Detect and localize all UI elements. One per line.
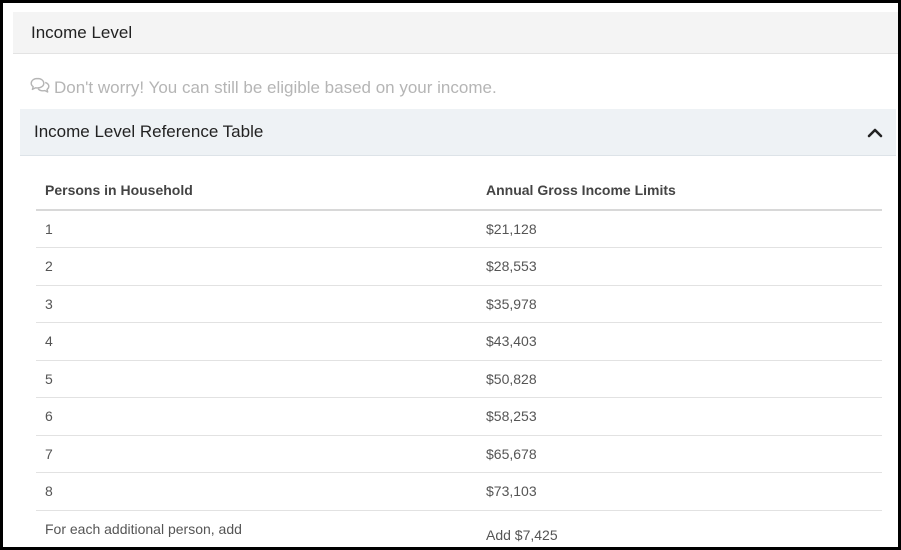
income-limit-cell: $73,103 bbox=[477, 472, 882, 511]
persons-cell: 6 bbox=[36, 397, 477, 436]
table-header-row: Persons in Household Annual Gross Income… bbox=[36, 171, 882, 211]
income-limit-cell: $28,553 bbox=[477, 247, 882, 286]
table-row: 7 $65,678 bbox=[36, 435, 882, 473]
table-row: 6 $58,253 bbox=[36, 397, 882, 436]
persons-cell: 7 bbox=[36, 435, 477, 473]
column-header-income-limits: Annual Gross Income Limits bbox=[477, 171, 882, 211]
persons-cell: 4 bbox=[36, 322, 477, 361]
income-reference-table: Persons in Household Annual Gross Income… bbox=[36, 171, 882, 547]
table-row: 4 $43,403 bbox=[36, 322, 882, 361]
income-limit-cell: $21,128 bbox=[477, 210, 882, 248]
persons-cell: 2 bbox=[36, 247, 477, 286]
table-row: 3 $35,978 bbox=[36, 285, 882, 323]
comments-icon bbox=[30, 77, 54, 99]
table-row: 8 $73,103 bbox=[36, 472, 882, 511]
table-row: 2 $28,553 bbox=[36, 247, 882, 286]
income-limit-cell: Add $7,425 bbox=[486, 526, 558, 543]
persons-cell: 3 bbox=[36, 285, 477, 323]
card-title: Income Level bbox=[31, 22, 133, 42]
reference-table-accordion-toggle[interactable]: Income Level Reference Table bbox=[20, 109, 896, 156]
table-row-additional-person: For each additional person, add Add $7,4… bbox=[36, 510, 882, 547]
income-limit-cell: $50,828 bbox=[477, 360, 882, 398]
income-limit-cell: $43,403 bbox=[477, 322, 882, 361]
income-limit-cell: $58,253 bbox=[477, 397, 882, 436]
notice-text: Don't worry! You can still be eligible b… bbox=[54, 78, 497, 97]
eligibility-notice: Don't worry! You can still be eligible b… bbox=[30, 77, 497, 99]
persons-cell: For each additional person, add bbox=[45, 520, 242, 537]
income-limit-cell: $35,978 bbox=[477, 285, 882, 323]
income-limit-cell: $65,678 bbox=[477, 435, 882, 473]
table-row: 5 $50,828 bbox=[36, 360, 882, 398]
persons-cell: 1 bbox=[36, 210, 477, 248]
screenshot-frame: Income Level Don't worry! You can still … bbox=[0, 0, 901, 550]
persons-cell: 5 bbox=[36, 360, 477, 398]
chevron-up-icon[interactable] bbox=[866, 123, 884, 141]
persons-cell: 8 bbox=[36, 472, 477, 511]
accordion-title: Income Level Reference Table bbox=[34, 122, 264, 141]
table-row: 1 $21,128 bbox=[36, 210, 882, 248]
column-header-persons: Persons in Household bbox=[36, 171, 477, 211]
card-header: Income Level bbox=[13, 12, 898, 54]
